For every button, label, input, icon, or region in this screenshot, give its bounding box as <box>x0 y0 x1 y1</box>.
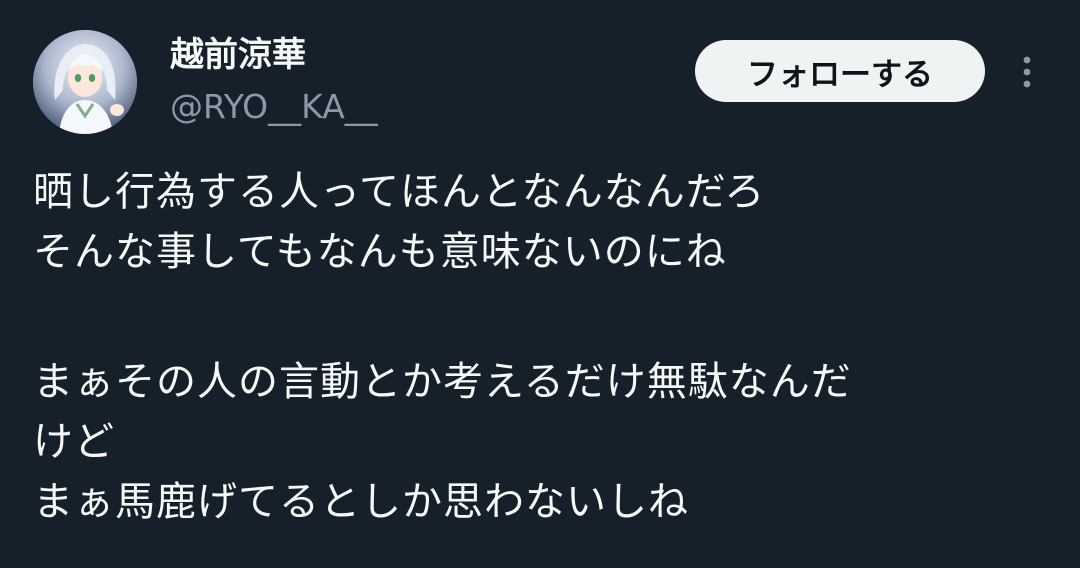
more-options-button[interactable] <box>1010 50 1044 94</box>
follow-button[interactable]: フォローする <box>695 40 985 102</box>
user-handle[interactable]: @RYO__KA__ <box>170 86 378 128</box>
tweet-line: そんな事してもなんも意味ないのにね <box>33 229 727 275</box>
display-name[interactable]: 越前涼華 <box>170 34 306 76</box>
anime-avatar-icon <box>33 30 137 134</box>
tweet-line: まぁ馬鹿げてるとしか思わないしね <box>33 479 689 525</box>
tweet-line: 晒し行為する人ってほんとなんなんだろ <box>33 169 766 215</box>
tweet-line: まぁその人の言動とか考えるだけ無駄なんだ <box>33 359 852 405</box>
tweet-card: 越前涼華 @RYO__KA__ フォローする 晒し行為する人ってほんとなんなんだ… <box>0 0 1080 568</box>
avatar[interactable] <box>33 30 137 134</box>
tweet-text: 晒し行為する人ってほんとなんなんだろ そんな事してもなんも意味ないのにね まぁそ… <box>33 162 1053 532</box>
more-vertical-icon <box>1023 56 1031 88</box>
tweet-line: けど <box>33 419 115 465</box>
paragraph-break <box>33 282 1053 352</box>
